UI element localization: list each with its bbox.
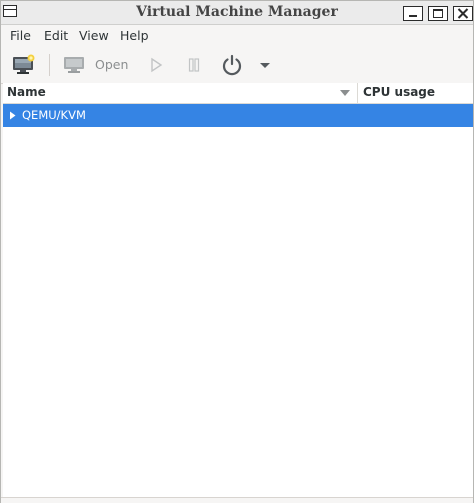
list-header: Name CPU usage (3, 83, 473, 104)
minimize-button[interactable] (403, 6, 423, 21)
column-header-name[interactable]: Name (7, 85, 46, 99)
play-icon (151, 57, 163, 72)
column-divider[interactable] (357, 83, 358, 103)
pause-icon (188, 57, 200, 72)
vm-list[interactable]: Name CPU usage QEMU/KVM (3, 83, 473, 497)
maximize-button[interactable] (428, 6, 448, 21)
pause-button[interactable] (187, 51, 201, 78)
list-item[interactable]: QEMU/KVM (3, 104, 473, 127)
open-label: Open (95, 57, 129, 72)
new-vm-button[interactable] (12, 51, 36, 78)
shutdown-button[interactable] (221, 51, 243, 78)
monitor-with-star-icon (13, 54, 35, 74)
menu-file[interactable]: File (10, 28, 31, 43)
sort-arrow-icon (340, 90, 350, 96)
run-button[interactable] (149, 51, 163, 78)
menu-bar: File Edit View Help (1, 25, 473, 46)
menu-view[interactable]: View (79, 28, 109, 43)
shutdown-menu-button[interactable] (259, 51, 271, 78)
close-icon (457, 8, 469, 19)
open-button[interactable]: Open (63, 51, 128, 78)
menu-help[interactable]: Help (120, 28, 149, 43)
title-bar[interactable]: Virtual Machine Manager (1, 1, 473, 25)
close-button[interactable] (453, 6, 473, 21)
connection-label: QEMU/KVM (22, 108, 86, 122)
menu-edit[interactable]: Edit (44, 28, 68, 43)
column-header-cpu-usage[interactable]: CPU usage (363, 85, 435, 99)
main-window: Virtual Machine Manager File Edit View H… (0, 0, 474, 503)
dropdown-arrow-icon (260, 62, 270, 68)
toolbar: Open (1, 46, 473, 84)
window-bottom-edge (1, 497, 473, 503)
toolbar-separator (49, 54, 50, 76)
expander-arrow-icon[interactable] (9, 111, 16, 120)
power-icon (222, 54, 242, 75)
monitor-icon (64, 56, 84, 73)
